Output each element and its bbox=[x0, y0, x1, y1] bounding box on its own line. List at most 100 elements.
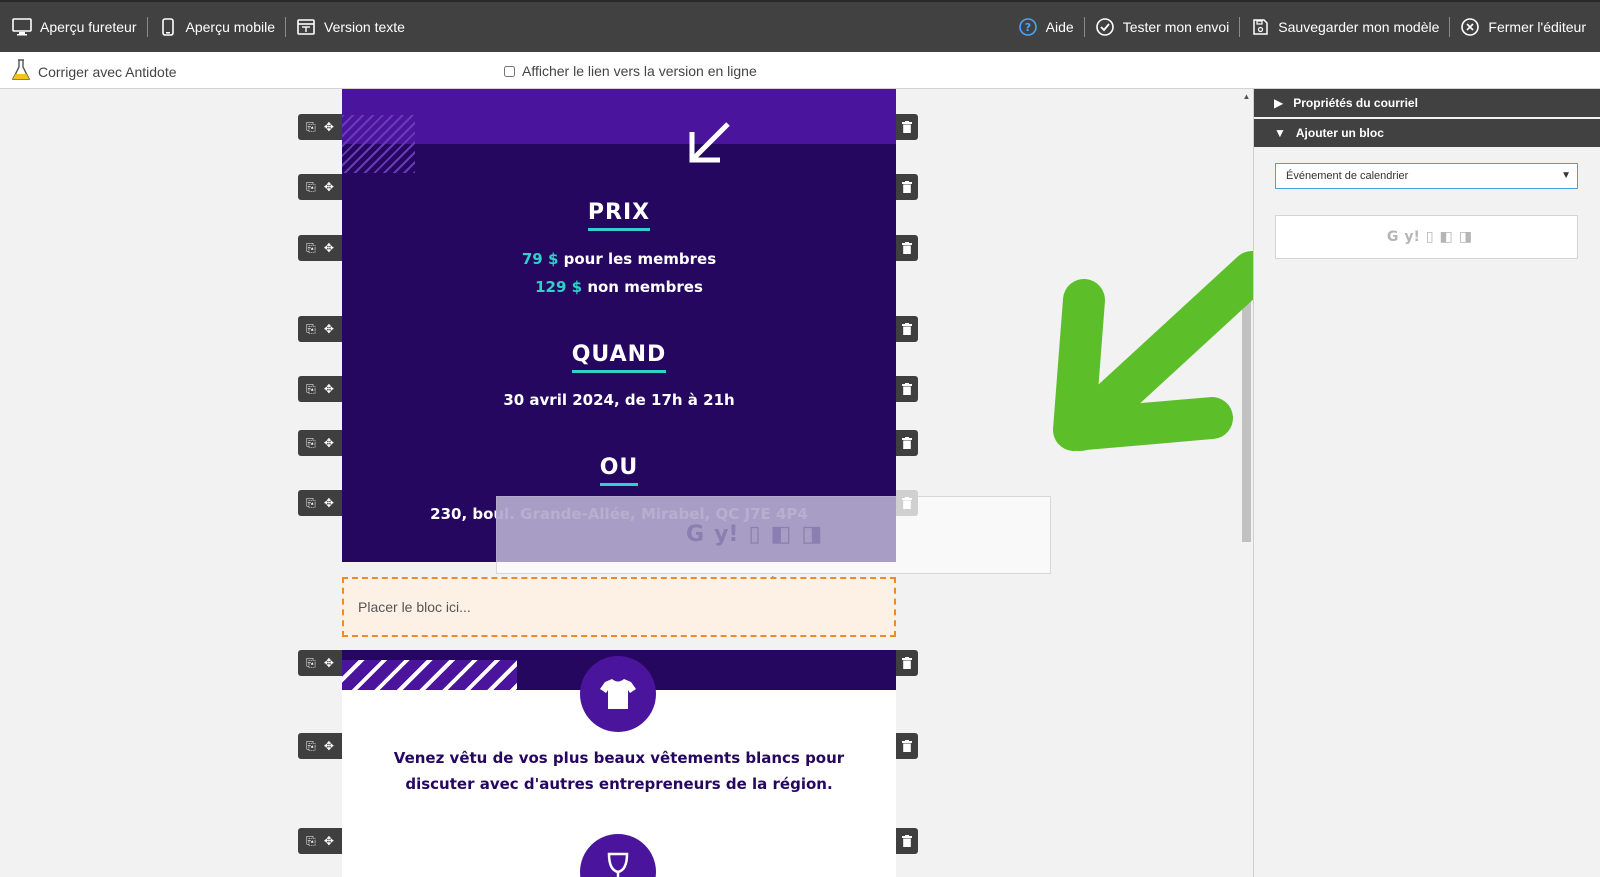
delete-block-button[interactable] bbox=[896, 376, 918, 402]
move-icon[interactable]: ✥ bbox=[324, 834, 334, 848]
copy-icon[interactable]: ⎘ bbox=[306, 382, 316, 397]
block-handle[interactable]: ⎘ ✥ bbox=[298, 490, 342, 516]
email-event-section bbox=[342, 89, 896, 562]
block-handle[interactable]: ⎘ ✥ bbox=[298, 430, 342, 456]
top-toolbar: Aperçu fureteur Aperçu mobile Version te… bbox=[0, 0, 1600, 52]
svg-text:?: ? bbox=[1024, 21, 1030, 34]
mobile-preview-button[interactable]: Aperçu mobile bbox=[158, 17, 276, 37]
move-icon[interactable]: ✥ bbox=[324, 656, 334, 670]
delete-block-button[interactable] bbox=[896, 828, 918, 854]
help-label: Aide bbox=[1045, 19, 1074, 35]
help-icon: ? bbox=[1018, 17, 1038, 37]
browser-preview-button[interactable]: Aperçu fureteur bbox=[12, 17, 137, 37]
secondary-toolbar: Corriger avec Antidote Afficher le lien … bbox=[0, 52, 1600, 89]
trash-icon bbox=[902, 323, 912, 335]
move-icon[interactable]: ✥ bbox=[324, 120, 334, 134]
delete-block-button[interactable] bbox=[896, 650, 918, 676]
block-drop-zone[interactable]: Placer le bloc ici... bbox=[342, 577, 896, 637]
move-icon[interactable]: ✥ bbox=[324, 382, 334, 396]
price-members-amount: 79 $ bbox=[521, 250, 559, 268]
move-icon[interactable]: ✥ bbox=[324, 436, 334, 450]
email-header-band bbox=[342, 89, 896, 144]
price-nonmembers-line: 129 $ non membres bbox=[342, 278, 896, 296]
outlook-icon: ◧ bbox=[770, 522, 792, 547]
copy-icon[interactable]: ⎘ bbox=[306, 180, 316, 195]
delete-block-button[interactable] bbox=[896, 316, 918, 342]
help-button[interactable]: ? Aide bbox=[1018, 17, 1074, 37]
delete-block-button[interactable] bbox=[896, 174, 918, 200]
yahoo-icon: y! bbox=[1404, 229, 1420, 245]
outlook-web-icon: ◨ bbox=[801, 522, 823, 547]
price-nonmembers-amount: 129 $ bbox=[535, 278, 583, 296]
tshirt-icon bbox=[600, 679, 636, 709]
block-handle[interactable]: ⎘ ✥ bbox=[298, 650, 342, 676]
prix-heading: PRIX bbox=[342, 200, 896, 231]
right-panel bbox=[1253, 89, 1600, 877]
move-icon[interactable]: ✥ bbox=[324, 322, 334, 336]
block-type-value: Événement de calendrier bbox=[1286, 170, 1409, 182]
save-icon bbox=[1250, 17, 1270, 37]
move-icon[interactable]: ✥ bbox=[324, 241, 334, 255]
calendar-block-preview[interactable]: G y! ▯ ◧ ◨ bbox=[1275, 215, 1578, 259]
wine-glass-icon bbox=[607, 852, 629, 877]
scroll-up-arrow-icon[interactable]: ▲ bbox=[1240, 92, 1253, 102]
copy-icon[interactable]: ⎘ bbox=[306, 834, 316, 849]
copy-icon[interactable]: ⎘ bbox=[306, 496, 316, 511]
save-template-label: Sauvegarder mon modèle bbox=[1278, 19, 1440, 35]
delete-block-button[interactable] bbox=[896, 235, 918, 261]
block-handle[interactable]: ⎘ ✥ bbox=[298, 376, 342, 402]
green-annotation-arrow-icon bbox=[1053, 251, 1270, 451]
toolbar-right-group: ? Aide Tester mon envoi Sauvegarder mon … bbox=[1018, 2, 1586, 52]
move-icon[interactable]: ✥ bbox=[324, 180, 334, 194]
add-block-toggle[interactable]: ▼ Ajouter un bloc bbox=[1254, 119, 1600, 147]
google-icon: G bbox=[1386, 229, 1399, 245]
delete-block-button[interactable] bbox=[896, 114, 918, 140]
quand-heading: QUAND bbox=[342, 342, 896, 373]
test-send-button[interactable]: Tester mon envoi bbox=[1095, 17, 1230, 37]
delete-block-button[interactable] bbox=[896, 733, 918, 759]
block-handle[interactable]: ⎘ ✥ bbox=[298, 174, 342, 200]
trash-icon bbox=[902, 740, 912, 752]
block-handle[interactable]: ⎘ ✥ bbox=[298, 316, 342, 342]
move-icon[interactable]: ✥ bbox=[324, 739, 334, 753]
caret-right-icon: ▶ bbox=[1274, 96, 1284, 110]
copy-icon[interactable]: ⎘ bbox=[306, 322, 316, 337]
move-icon[interactable]: ✥ bbox=[324, 496, 334, 510]
trash-icon bbox=[902, 383, 912, 395]
add-block-label: Ajouter un bloc bbox=[1295, 126, 1384, 140]
antidote-button[interactable]: Corriger avec Antidote bbox=[11, 59, 177, 84]
text-version-label: Version texte bbox=[324, 19, 405, 35]
ghost-calendar-icons: G y! ▯ ◧ ◨ bbox=[676, 522, 822, 547]
save-template-button[interactable]: Sauvegarder mon modèle bbox=[1250, 17, 1439, 37]
block-handle[interactable]: ⎘ ✥ bbox=[298, 733, 342, 759]
mobile-preview-label: Aperçu mobile bbox=[185, 19, 276, 35]
copy-icon[interactable]: ⎘ bbox=[306, 656, 316, 671]
price-members-text: pour les membres bbox=[558, 250, 717, 268]
yahoo-icon: y! bbox=[714, 522, 739, 547]
arrow-down-left-icon bbox=[689, 122, 730, 163]
trash-icon bbox=[902, 121, 912, 133]
block-handle[interactable]: ⎘ ✥ bbox=[298, 114, 342, 140]
price-nonmembers-text: non membres bbox=[582, 278, 703, 296]
office-icon: ▯ bbox=[1425, 229, 1434, 245]
block-handle[interactable]: ⎘ ✥ bbox=[298, 828, 342, 854]
copy-icon[interactable]: ⎘ bbox=[306, 739, 316, 754]
delete-block-button[interactable] bbox=[896, 430, 918, 456]
text-version-button[interactable]: Version texte bbox=[296, 17, 405, 37]
test-send-label: Tester mon envoi bbox=[1122, 19, 1230, 35]
block-type-select[interactable]: Événement de calendrier ▼ bbox=[1275, 163, 1578, 189]
monitor-icon bbox=[12, 17, 32, 37]
caret-down-icon: ▼ bbox=[1274, 126, 1286, 140]
close-editor-button[interactable]: Fermer l'éditeur bbox=[1460, 17, 1586, 37]
delete-block-button[interactable] bbox=[896, 490, 918, 516]
online-version-checkbox[interactable] bbox=[504, 65, 515, 77]
email-properties-toggle[interactable]: ▶ Propriétés du courriel bbox=[1254, 89, 1600, 117]
block-handle[interactable]: ⎘ ✥ bbox=[298, 235, 342, 261]
copy-icon[interactable]: ⎘ bbox=[306, 436, 316, 451]
outlook-icon: ◧ bbox=[1439, 229, 1453, 245]
browser-preview-label: Aperçu fureteur bbox=[40, 19, 137, 35]
copy-icon[interactable]: ⎘ bbox=[306, 241, 316, 256]
online-version-label: Afficher le lien vers la version en lign… bbox=[522, 63, 757, 79]
online-version-link-toggle[interactable]: Afficher le lien vers la version en lign… bbox=[504, 63, 757, 79]
copy-icon[interactable]: ⎘ bbox=[306, 120, 316, 135]
